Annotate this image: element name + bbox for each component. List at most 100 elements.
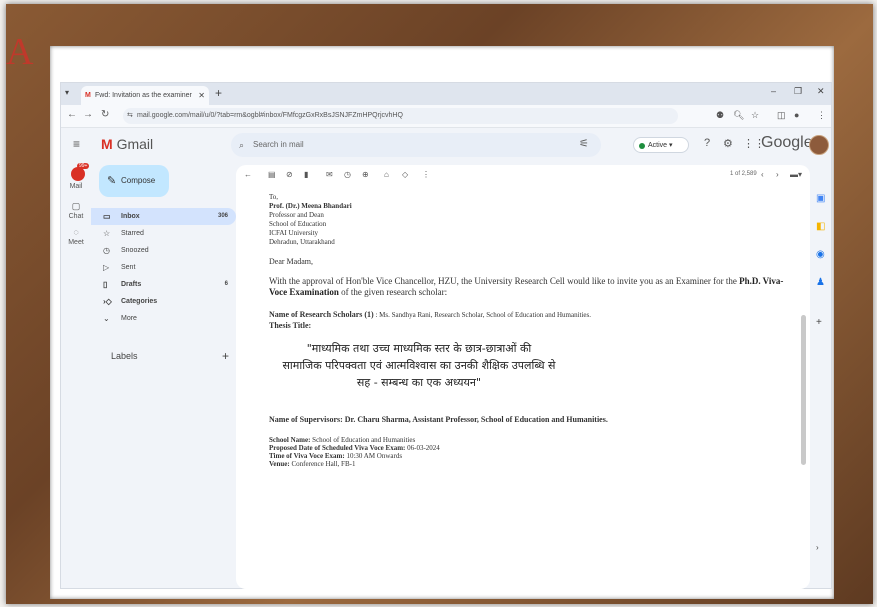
venue-value: Conference Hall, FB-1 bbox=[291, 460, 356, 468]
browser-tab[interactable]: M Fwd: Invitation as the examiner ✕ bbox=[81, 86, 209, 105]
sidebar-item-categories[interactable]: ›◇ Categories bbox=[91, 293, 236, 310]
star-icon: ☆ bbox=[103, 229, 111, 238]
main-menu-icon[interactable]: ≡ bbox=[73, 137, 80, 151]
settings-gear-icon[interactable]: ⚙ bbox=[723, 137, 733, 150]
recipient-university: ICFAI University bbox=[269, 229, 319, 237]
close-tab-icon[interactable]: ✕ bbox=[198, 86, 205, 105]
rail-label-meet: Meet bbox=[68, 239, 84, 246]
email-body: To, Prof. (Dr.) Meena Bhandari Professor… bbox=[269, 193, 799, 468]
framed-screenshot: ▾ M Fwd: Invitation as the examiner ✕ + … bbox=[50, 46, 834, 599]
sidebar-item-label: Starred bbox=[121, 230, 144, 237]
date-value: 06-03-2024 bbox=[407, 444, 440, 452]
thesis-title-line: सह - सम्बन्ध का एक अध्ययन" bbox=[356, 376, 482, 389]
status-selector[interactable]: Active ▾ bbox=[633, 137, 689, 153]
back-icon[interactable]: ← bbox=[67, 109, 77, 120]
exam-details: School Name: School of Education and Hum… bbox=[269, 436, 799, 468]
sidebar-item-label: Drafts bbox=[121, 281, 142, 288]
rail-label-mail: Mail bbox=[69, 183, 83, 190]
input-tools-icon[interactable]: ▬▾ bbox=[790, 170, 802, 179]
more-options-icon[interactable]: ⋮ bbox=[422, 170, 430, 179]
help-icon[interactable]: ? bbox=[704, 137, 710, 149]
password-key-icon[interactable]: ⚉ bbox=[716, 110, 724, 121]
site-info-icon[interactable]: ⇆ bbox=[127, 108, 133, 124]
older-icon[interactable]: › bbox=[776, 170, 779, 179]
browser-menu-icon[interactable]: ⋮ bbox=[817, 110, 826, 121]
search-input[interactable]: ⌕ Search in mail bbox=[231, 133, 601, 157]
active-status-dot bbox=[639, 143, 645, 149]
search-filter-icon[interactable]: ⚟ bbox=[579, 137, 589, 150]
report-spam-icon[interactable]: ⊘ bbox=[286, 170, 293, 179]
calendar-icon[interactable]: ▣ bbox=[816, 193, 825, 204]
show-side-panel-icon[interactable]: › bbox=[816, 543, 819, 552]
move-to-icon[interactable]: ⌂ bbox=[384, 170, 389, 179]
compose-button[interactable]: ✎ Compose bbox=[99, 165, 169, 197]
sidebar-item-inbox[interactable]: ▭ Inbox 306 bbox=[91, 208, 236, 225]
pencil-icon: ✎ bbox=[107, 175, 117, 187]
add-label-icon[interactable]: + bbox=[222, 349, 229, 363]
gmail-m-icon: M bbox=[101, 136, 113, 152]
url-field[interactable]: ⇆ mail.google.com/mail/u/0/?tab=rm&ogbl#… bbox=[123, 108, 678, 124]
new-tab-icon[interactable]: + bbox=[215, 86, 222, 100]
delete-icon[interactable]: ▮ bbox=[304, 170, 308, 179]
sidebar-item-more[interactable]: ⌄ More bbox=[91, 310, 236, 327]
bookmark-star-icon[interactable]: ☆ bbox=[751, 110, 759, 121]
zoom-icon[interactable]: 🔍︎ bbox=[733, 110, 744, 121]
tasks-icon[interactable]: ◉ bbox=[816, 249, 825, 260]
sidebar-item-drafts[interactable]: ▯ Drafts 6 bbox=[91, 276, 236, 293]
inbox-count: 306 bbox=[217, 213, 228, 219]
message-scrollbar[interactable] bbox=[801, 315, 806, 465]
greeting: Dear Madam, bbox=[269, 257, 313, 266]
inbox-icon: ▭ bbox=[103, 212, 111, 221]
clock-icon: ◷ bbox=[103, 246, 110, 255]
draft-icon: ▯ bbox=[103, 280, 108, 289]
side-panel-icon[interactable]: ◫ bbox=[777, 110, 786, 121]
thesis-title-label: Thesis Title: bbox=[269, 321, 312, 330]
recipient-designation: Professor and Dean bbox=[269, 211, 324, 219]
contacts-icon[interactable]: ♟ bbox=[816, 277, 825, 288]
labels-icon[interactable]: ◇ bbox=[402, 170, 408, 179]
add-task-icon[interactable]: ⊕ bbox=[362, 170, 369, 179]
red-letter-fragment: A bbox=[6, 31, 34, 73]
search-icon[interactable]: ⌕ bbox=[239, 133, 244, 157]
account-avatar[interactable] bbox=[809, 135, 829, 155]
thesis-title-line: सामाजिक परिपक्वता एवं आत्मविश्वास का उनक… bbox=[282, 359, 556, 372]
forward-icon[interactable]: → bbox=[83, 109, 93, 120]
salutation-to: To, bbox=[269, 193, 279, 201]
minimize-icon[interactable]: – bbox=[771, 86, 776, 96]
get-addons-icon[interactable]: + bbox=[816, 317, 822, 328]
snooze-icon[interactable]: ◷ bbox=[344, 170, 351, 179]
keep-icon[interactable]: ◧ bbox=[816, 221, 825, 232]
url-text: mail.google.com/mail/u/0/?tab=rm&ogbl#in… bbox=[137, 112, 403, 119]
sidebar-item-sent[interactable]: ▷ Sent bbox=[91, 259, 236, 276]
thesis-title-text: "माध्यमिक तथा उच्च माध्यमिक स्तर के छात्… bbox=[269, 340, 569, 391]
profile-icon[interactable]: ● bbox=[794, 110, 799, 120]
sidebar-item-snoozed[interactable]: ◷ Snoozed bbox=[91, 242, 236, 259]
reload-icon[interactable]: ↻ bbox=[101, 109, 109, 120]
chat-icon[interactable]: ▢ bbox=[67, 201, 85, 212]
body-suffix: of the given research scholar: bbox=[341, 287, 448, 297]
sidebar-item-label: Snoozed bbox=[121, 247, 149, 254]
sidebar-item-label: Inbox bbox=[121, 213, 140, 220]
archive-icon[interactable]: ▤ bbox=[268, 170, 276, 179]
gmail-brand: Gmail bbox=[116, 136, 154, 152]
tab-search-icon[interactable]: ▾ bbox=[65, 88, 69, 97]
newer-icon[interactable]: ‹ bbox=[761, 170, 764, 179]
back-to-inbox-icon[interactable]: ← bbox=[244, 170, 252, 179]
meet-icon[interactable]: ◌ bbox=[67, 227, 85, 237]
gmail-logo[interactable]: M Gmail bbox=[101, 136, 153, 152]
message-toolbar: ← ▤ ⊘ ▮ ✉ ◷ ⊕ ⌂ ◇ ⋮ 1 of 2,589 ‹ › ▬▾ bbox=[236, 165, 810, 185]
close-window-icon[interactable]: ✕ bbox=[817, 86, 825, 97]
tab-title: Fwd: Invitation as the examiner bbox=[95, 92, 192, 99]
sidebar-item-starred[interactable]: ☆ Starred bbox=[91, 225, 236, 242]
gmail-favicon-icon: M bbox=[85, 92, 91, 99]
gmail-header: ≡ M Gmail ⌕ Search in mail ⚟ Active ▾ ? … bbox=[61, 128, 831, 162]
message-pane: ← ▤ ⊘ ▮ ✉ ◷ ⊕ ⌂ ◇ ⋮ 1 of 2,589 ‹ › ▬▾ To… bbox=[236, 165, 810, 589]
send-icon: ▷ bbox=[103, 263, 110, 272]
recipient-name: Prof. (Dr.) Meena Bhandari bbox=[269, 202, 352, 210]
mail-app-icon[interactable]: 99+ bbox=[71, 163, 90, 181]
sidebar-item-label: Categories bbox=[121, 298, 158, 305]
maximize-icon[interactable]: ❐ bbox=[794, 86, 802, 97]
drafts-count: 6 bbox=[224, 281, 228, 287]
supervisors-line: Name of Supervisors: Dr. Charu Sharma, A… bbox=[269, 415, 608, 424]
mark-unread-icon[interactable]: ✉ bbox=[326, 170, 333, 179]
